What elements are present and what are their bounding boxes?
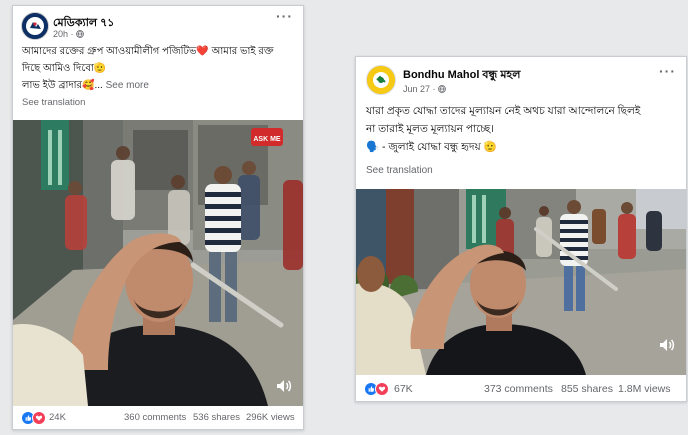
post-time[interactable]: Jun 27 · (403, 84, 446, 94)
facebook-post-1: মেডিক্যাল ৭১ 20h · ··· আমাদের রক্তের গ্র… (12, 5, 304, 430)
love-icon (32, 411, 46, 425)
video-frame: ASK ME (13, 120, 303, 406)
page-name[interactable]: Bondhu Mahol বন্ধু মহল (403, 66, 520, 85)
see-more-link[interactable]: See more (106, 80, 149, 91)
reaction-icons[interactable] (364, 382, 389, 396)
post-text-line: 🗣️ - জুলাই যোদ্ধা বন্ধু হৃদয় 🫡 (366, 141, 497, 153)
page-avatar[interactable] (21, 12, 49, 40)
post-text-line: লাভ ইউ ব্রাদার🥰... See more (22, 80, 149, 91)
see-translation-link[interactable]: See translation (366, 165, 433, 176)
more-options-icon[interactable]: ··· (659, 64, 676, 78)
post-text-line: না তারাই মূলত মূল্যায়ন পাচ্ছে। (366, 123, 495, 135)
post-text: যারা প্রকৃত যোদ্ধা তাদের মূল্যায়ন নেই অ… (366, 102, 684, 156)
more-options-icon[interactable]: ··· (276, 9, 293, 23)
sound-icon[interactable] (658, 337, 676, 353)
see-translation-link[interactable]: See translation (22, 97, 85, 108)
shares-count[interactable]: 855 shares (561, 383, 613, 395)
facebook-post-2: Bondhu Mahol বন্ধু মহল Jun 27 · ··· যারা… (355, 56, 687, 402)
post-video[interactable]: ASK ME (13, 120, 303, 406)
globe-icon (438, 85, 446, 93)
post-video[interactable] (356, 189, 686, 375)
post-text: আমাদের রক্তের গ্রুপ আওয়ামীলীগ পজিটিভ❤️ … (22, 43, 302, 94)
video-sticker: ASK ME (253, 136, 281, 143)
comments-count[interactable]: 360 comments (124, 412, 186, 423)
post-text-line: যারা প্রকৃত যোদ্ধা তাদের মূল্যায়ন নেই অ… (366, 105, 641, 117)
love-icon (375, 382, 389, 396)
comments-count[interactable]: 373 comments (484, 383, 553, 395)
video-frame (356, 189, 686, 375)
views-count: 296K views (246, 412, 295, 423)
post-footer: 24K 360 comments 536 shares 296K views (13, 411, 303, 425)
globe-icon (76, 30, 84, 38)
reaction-icons[interactable] (21, 411, 46, 425)
post-footer: 67K 373 comments 855 shares 1.8M views (356, 382, 686, 396)
post-text-line: দিছে আমিও দিবো🫡 (22, 63, 107, 74)
sound-icon[interactable] (275, 378, 293, 394)
views-count: 1.8M views (618, 383, 671, 395)
post-time[interactable]: 20h · (53, 29, 84, 39)
reactions-count[interactable]: 67K (394, 383, 413, 395)
page-avatar[interactable] (366, 65, 396, 95)
shares-count[interactable]: 536 shares (193, 412, 240, 423)
post-text-line: আমাদের রক্তের গ্রুপ আওয়ামীলীগ পজিটিভ❤️ … (22, 46, 274, 57)
reactions-count[interactable]: 24K (49, 412, 66, 423)
